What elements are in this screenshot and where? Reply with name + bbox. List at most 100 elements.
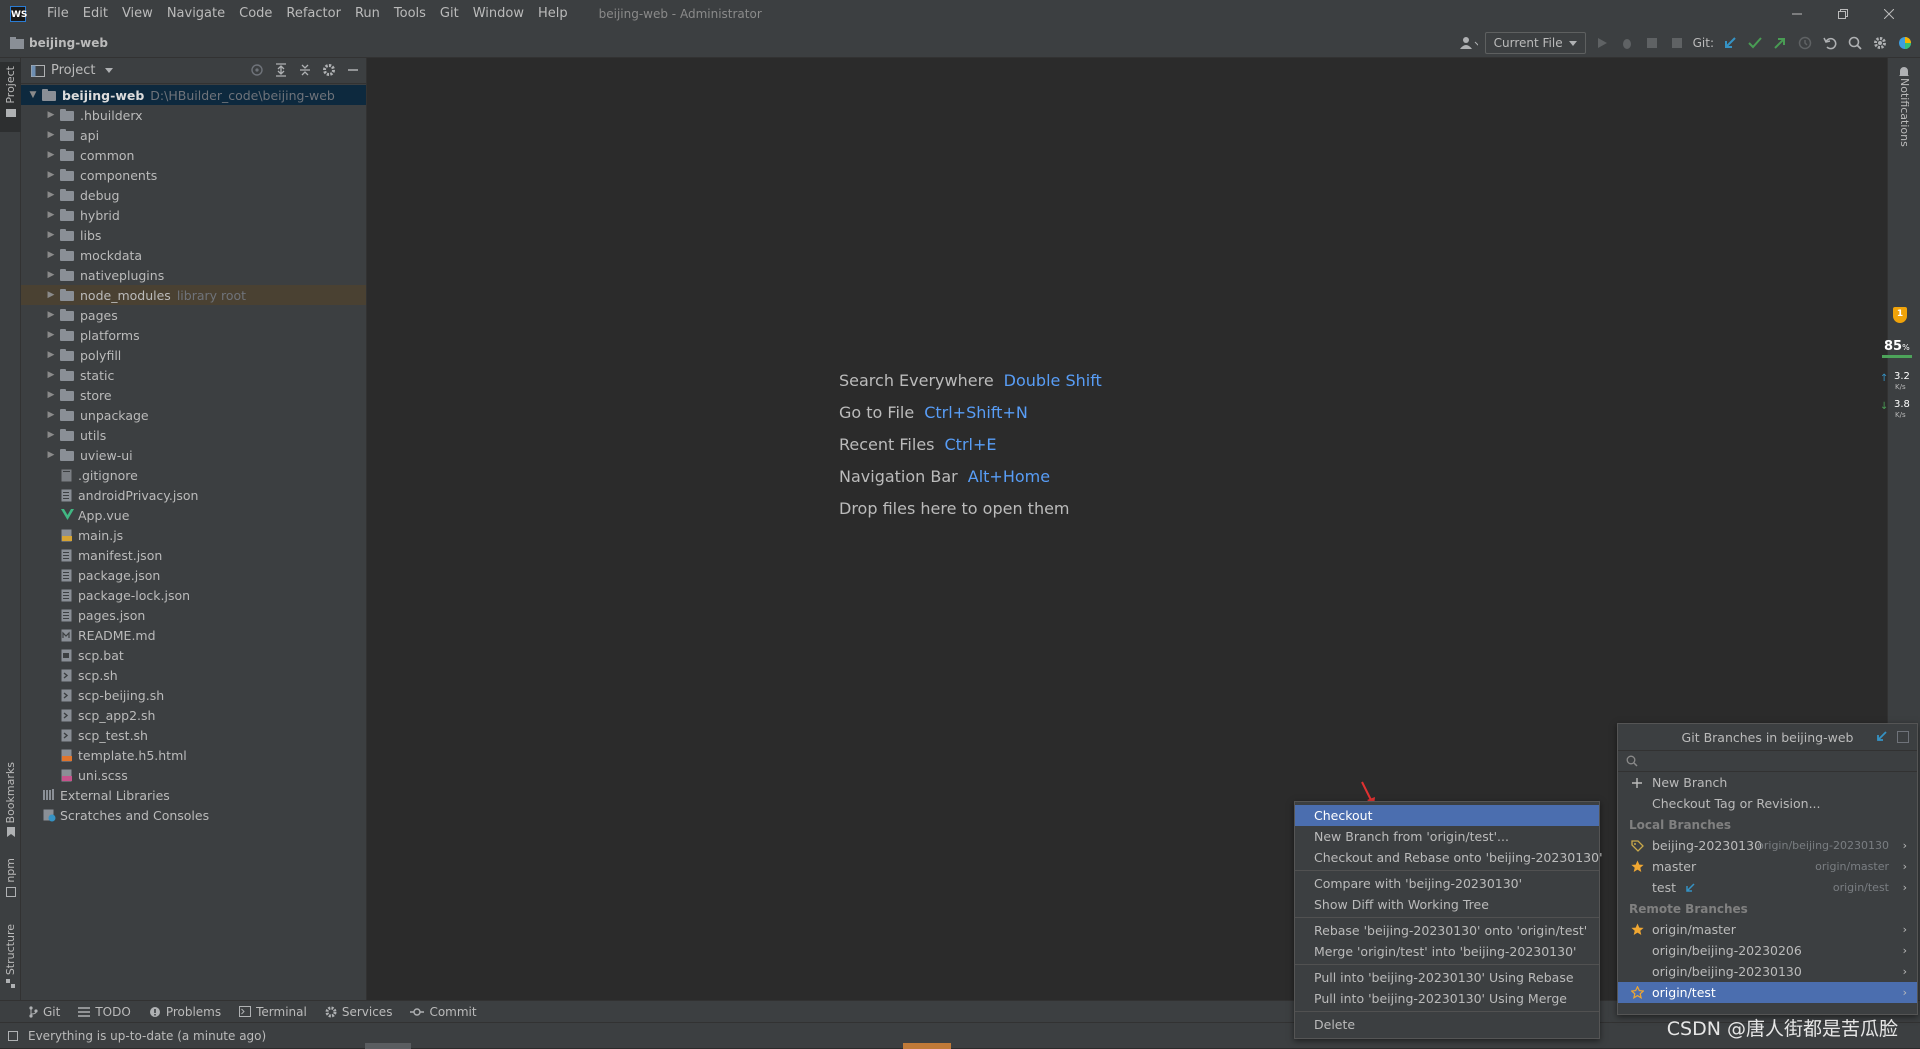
menu-file[interactable]: File bbox=[40, 0, 76, 28]
tool-tab-problems[interactable]: Problems bbox=[149, 1005, 221, 1019]
tree-file[interactable]: scp.sh bbox=[21, 665, 366, 685]
tree-folder-uviewui[interactable]: ▶ uview-ui bbox=[21, 445, 366, 465]
stop-icon[interactable] bbox=[1668, 34, 1686, 52]
chevron-down-icon[interactable]: ▼ bbox=[27, 89, 39, 101]
welcome-hint-shortcut[interactable]: Ctrl+E bbox=[945, 435, 997, 454]
chevron-right-icon[interactable]: ▶ bbox=[45, 209, 57, 221]
chevron-right-icon[interactable]: ▶ bbox=[45, 229, 57, 241]
run-configuration-select[interactable]: Current File bbox=[1484, 32, 1586, 54]
tree-folder-unpackage[interactable]: ▶ unpackage bbox=[21, 405, 366, 425]
menu-navigate[interactable]: Navigate bbox=[160, 0, 232, 28]
git-push-icon[interactable] bbox=[1771, 34, 1789, 52]
tree-file[interactable]: uni.scss bbox=[21, 765, 366, 785]
chevron-right-icon[interactable]: ▶ bbox=[45, 109, 57, 121]
tree-folder-libs[interactable]: ▶ libs bbox=[21, 225, 366, 245]
tree-file[interactable]: scp-beijing.sh bbox=[21, 685, 366, 705]
user-icon[interactable] bbox=[1459, 34, 1478, 52]
local-branch-item[interactable]: beijing-20230130 origin/beijing-20230130 › bbox=[1618, 835, 1917, 856]
search-icon[interactable] bbox=[1846, 34, 1864, 52]
tool-tab-services[interactable]: Services bbox=[325, 1005, 392, 1019]
gear-icon[interactable] bbox=[322, 63, 336, 77]
popup-resize-icon[interactable] bbox=[1897, 731, 1909, 743]
context-menu-item[interactable]: Checkout bbox=[1295, 805, 1599, 826]
context-menu-item[interactable]: Rebase 'beijing-20230130' onto 'origin/t… bbox=[1295, 920, 1599, 941]
context-menu-item[interactable]: Show Diff with Working Tree bbox=[1295, 894, 1599, 915]
tool-tab-bookmarks[interactable]: Bookmarks bbox=[0, 758, 21, 838]
maximize-icon[interactable] bbox=[1820, 0, 1866, 28]
tree-root[interactable]: ▼ beijing-web D:\HBuilder_code\beijing-web bbox=[21, 85, 366, 105]
tool-tab-commit[interactable]: Commit bbox=[410, 1005, 477, 1019]
context-menu-item[interactable]: Pull into 'beijing-20230130' Using Merge bbox=[1295, 988, 1599, 1009]
checkout-tag-action[interactable]: Checkout Tag or Revision... bbox=[1618, 793, 1917, 814]
tree-folder-nativeplugins[interactable]: ▶ nativeplugins bbox=[21, 265, 366, 285]
context-menu-item[interactable]: Pull into 'beijing-20230130' Using Rebas… bbox=[1295, 967, 1599, 988]
history-icon[interactable] bbox=[1796, 34, 1814, 52]
tree-folder-static[interactable]: ▶ static bbox=[21, 365, 366, 385]
tool-tab-structure[interactable]: Structure bbox=[0, 920, 21, 989]
tool-tab-notifications[interactable]: Notifications bbox=[1898, 78, 1911, 147]
tree-folder-nodemodules[interactable]: ▶ node_modules library root bbox=[21, 285, 366, 305]
chevron-right-icon[interactable]: ▶ bbox=[45, 369, 57, 381]
notifications-icon[interactable] bbox=[1898, 66, 1910, 78]
git-commit-icon[interactable] bbox=[1746, 34, 1764, 52]
local-branch-item[interactable]: test origin/test › bbox=[1618, 877, 1917, 898]
tree-folder-pages[interactable]: ▶ pages bbox=[21, 305, 366, 325]
tree-file[interactable]: androidPrivacy.json bbox=[21, 485, 366, 505]
tree-folder-common[interactable]: ▶ common bbox=[21, 145, 366, 165]
context-menu-item[interactable]: Checkout and Rebase onto 'beijing-202301… bbox=[1295, 847, 1603, 868]
chevron-right-icon[interactable]: ▶ bbox=[45, 189, 57, 201]
tree-folder-store[interactable]: ▶ store bbox=[21, 385, 366, 405]
security-shield-icon[interactable]: 1 bbox=[1893, 307, 1907, 323]
menu-edit[interactable]: Edit bbox=[76, 0, 115, 28]
tree-file[interactable]: scp_app2.sh bbox=[21, 705, 366, 725]
run-icon[interactable] bbox=[1593, 34, 1611, 52]
tree-folder-platforms[interactable]: ▶ platforms bbox=[21, 325, 366, 345]
tree-folder-polyfill[interactable]: ▶ polyfill bbox=[21, 345, 366, 365]
tree-folder-mockdata[interactable]: ▶ mockdata bbox=[21, 245, 366, 265]
tree-file[interactable]: pages.json bbox=[21, 605, 366, 625]
collapse-all-icon[interactable] bbox=[298, 63, 312, 77]
menu-run[interactable]: Run bbox=[348, 0, 387, 28]
welcome-hint-shortcut[interactable]: Ctrl+Shift+N bbox=[924, 403, 1028, 422]
tree-file[interactable]: scp.bat bbox=[21, 645, 366, 665]
branch-search-field[interactable] bbox=[1618, 750, 1917, 772]
chevron-right-icon[interactable]: ▶ bbox=[45, 289, 57, 301]
chevron-right-icon[interactable]: ▶ bbox=[45, 409, 57, 421]
rollback-icon[interactable] bbox=[1821, 34, 1839, 52]
new-branch-action[interactable]: New Branch bbox=[1618, 772, 1917, 793]
menu-code[interactable]: Code bbox=[232, 0, 279, 28]
chevron-right-icon[interactable]: ▶ bbox=[45, 349, 57, 361]
locate-file-icon[interactable] bbox=[250, 63, 264, 77]
coverage-icon[interactable] bbox=[1643, 34, 1661, 52]
expand-all-icon[interactable] bbox=[274, 63, 288, 77]
tree-folder-utils[interactable]: ▶ utils bbox=[21, 425, 366, 445]
tree-folder-hybrid[interactable]: ▶ hybrid bbox=[21, 205, 366, 225]
context-menu-item[interactable]: New Branch from 'origin/test'... bbox=[1295, 826, 1599, 847]
breadcrumb-project[interactable]: beijing-web bbox=[29, 36, 108, 50]
fetch-icon[interactable] bbox=[1875, 731, 1887, 743]
tree-folder-hbuilderx[interactable]: ▶ .hbuilderx bbox=[21, 105, 366, 125]
project-view-title[interactable]: Project bbox=[51, 63, 95, 78]
remote-branch-item[interactable]: origin/master › bbox=[1618, 919, 1917, 940]
chevron-right-icon[interactable]: ▶ bbox=[45, 449, 57, 461]
tree-folder-debug[interactable]: ▶ debug bbox=[21, 185, 366, 205]
tree-file[interactable]: package.json bbox=[21, 565, 366, 585]
tree-scratches[interactable]: Scratches and Consoles bbox=[21, 805, 366, 825]
status-message[interactable]: Everything is up-to-date (a minute ago) bbox=[28, 1029, 266, 1043]
tree-file[interactable]: .gitignore bbox=[21, 465, 366, 485]
tree-folder-api[interactable]: ▶ api bbox=[21, 125, 366, 145]
menu-window[interactable]: Window bbox=[466, 0, 531, 28]
chevron-right-icon[interactable]: ▶ bbox=[45, 269, 57, 281]
chevron-right-icon[interactable]: ▶ bbox=[45, 149, 57, 161]
tool-tab-todo[interactable]: TODO bbox=[78, 1005, 131, 1019]
menu-refactor[interactable]: Refactor bbox=[279, 0, 348, 28]
status-toggle-icon[interactable] bbox=[8, 1030, 18, 1041]
tool-tab-terminal[interactable]: Terminal bbox=[239, 1005, 307, 1019]
gear-icon[interactable] bbox=[1871, 34, 1889, 52]
context-menu-item[interactable]: Delete bbox=[1295, 1014, 1599, 1035]
chevron-right-icon[interactable]: ▶ bbox=[45, 429, 57, 441]
tree-file[interactable]: README.md bbox=[21, 625, 366, 645]
welcome-hint-shortcut[interactable]: Alt+Home bbox=[968, 467, 1050, 486]
tool-tab-project[interactable]: Project bbox=[0, 62, 21, 132]
tree-external-libraries[interactable]: External Libraries bbox=[21, 785, 366, 805]
